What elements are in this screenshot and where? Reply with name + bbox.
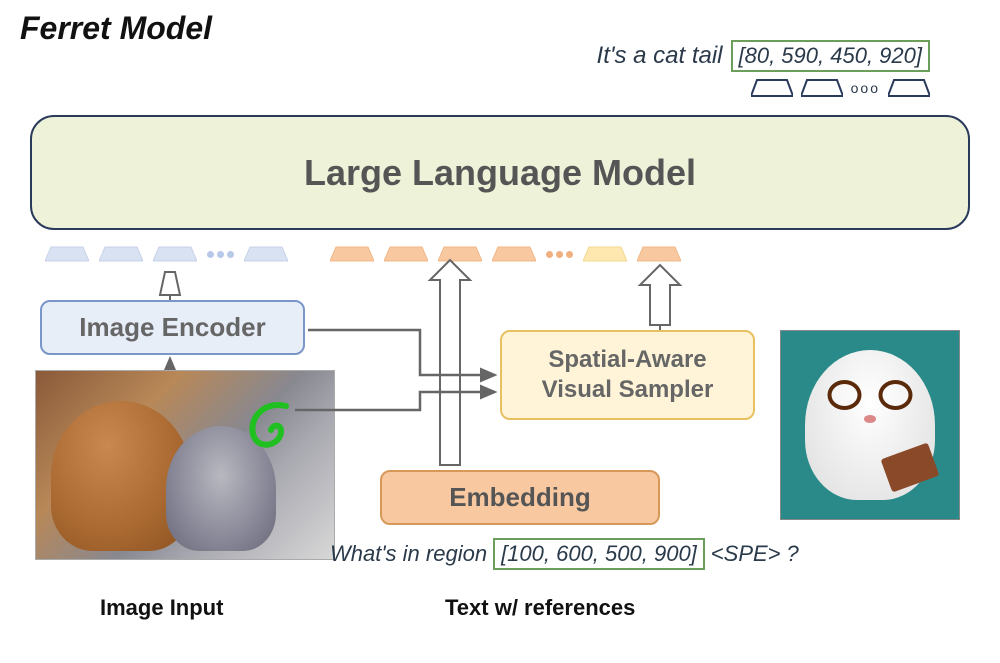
- output-coords: [80, 590, 450, 920]: [731, 40, 931, 72]
- token-icon: [637, 245, 681, 263]
- token-icon: [492, 245, 536, 263]
- input-image: [35, 370, 335, 560]
- image-encoder-block: Image Encoder: [40, 300, 305, 355]
- text-reference-label: Text w/ references: [445, 595, 635, 621]
- query-spe-token: <SPE>: [711, 541, 781, 567]
- region-scribble-icon: [241, 396, 301, 456]
- diagram-title: Ferret Model: [20, 10, 212, 47]
- embedding-label: Embedding: [449, 482, 591, 513]
- query-suffix: ?: [787, 541, 799, 567]
- ellipsis-icon: [207, 251, 234, 258]
- llm-block: Large Language Model: [30, 115, 970, 230]
- output-token-row: ooo: [751, 78, 930, 98]
- token-icon: [99, 245, 143, 263]
- sampler-label-line2: Visual Sampler: [542, 375, 714, 405]
- embedding-block: Embedding: [380, 470, 660, 525]
- output-line: It's a cat tail [80, 590, 450, 920]: [597, 40, 930, 72]
- token-icon: [888, 78, 930, 98]
- input-query-line: What's in region [100, 600, 500, 900] <S…: [330, 538, 799, 570]
- query-prefix: What's in region: [330, 541, 487, 567]
- image-encoder-label: Image Encoder: [79, 312, 265, 343]
- sampler-label-line1: Spatial-Aware: [548, 345, 706, 375]
- ellipsis-icon: ooo: [851, 80, 880, 96]
- visual-sampler-block: Spatial-Aware Visual Sampler: [500, 330, 755, 420]
- query-coords: [100, 600, 500, 900]: [493, 538, 705, 570]
- image-token-row: [45, 245, 288, 263]
- token-icon: [153, 245, 197, 263]
- llm-label: Large Language Model: [304, 152, 696, 194]
- token-icon: [45, 245, 89, 263]
- token-icon: [438, 245, 482, 263]
- token-icon: [244, 245, 288, 263]
- token-icon: [384, 245, 428, 263]
- output-text: It's a cat tail: [597, 42, 723, 70]
- text-token-row: [330, 245, 681, 263]
- ferret-illustration: [805, 350, 935, 500]
- token-icon: [751, 78, 793, 98]
- token-icon: [583, 245, 627, 263]
- ellipsis-icon: [546, 251, 573, 258]
- image-input-label: Image Input: [100, 595, 223, 621]
- token-icon: [801, 78, 843, 98]
- ferret-mascot-image: [780, 330, 960, 520]
- token-icon: [330, 245, 374, 263]
